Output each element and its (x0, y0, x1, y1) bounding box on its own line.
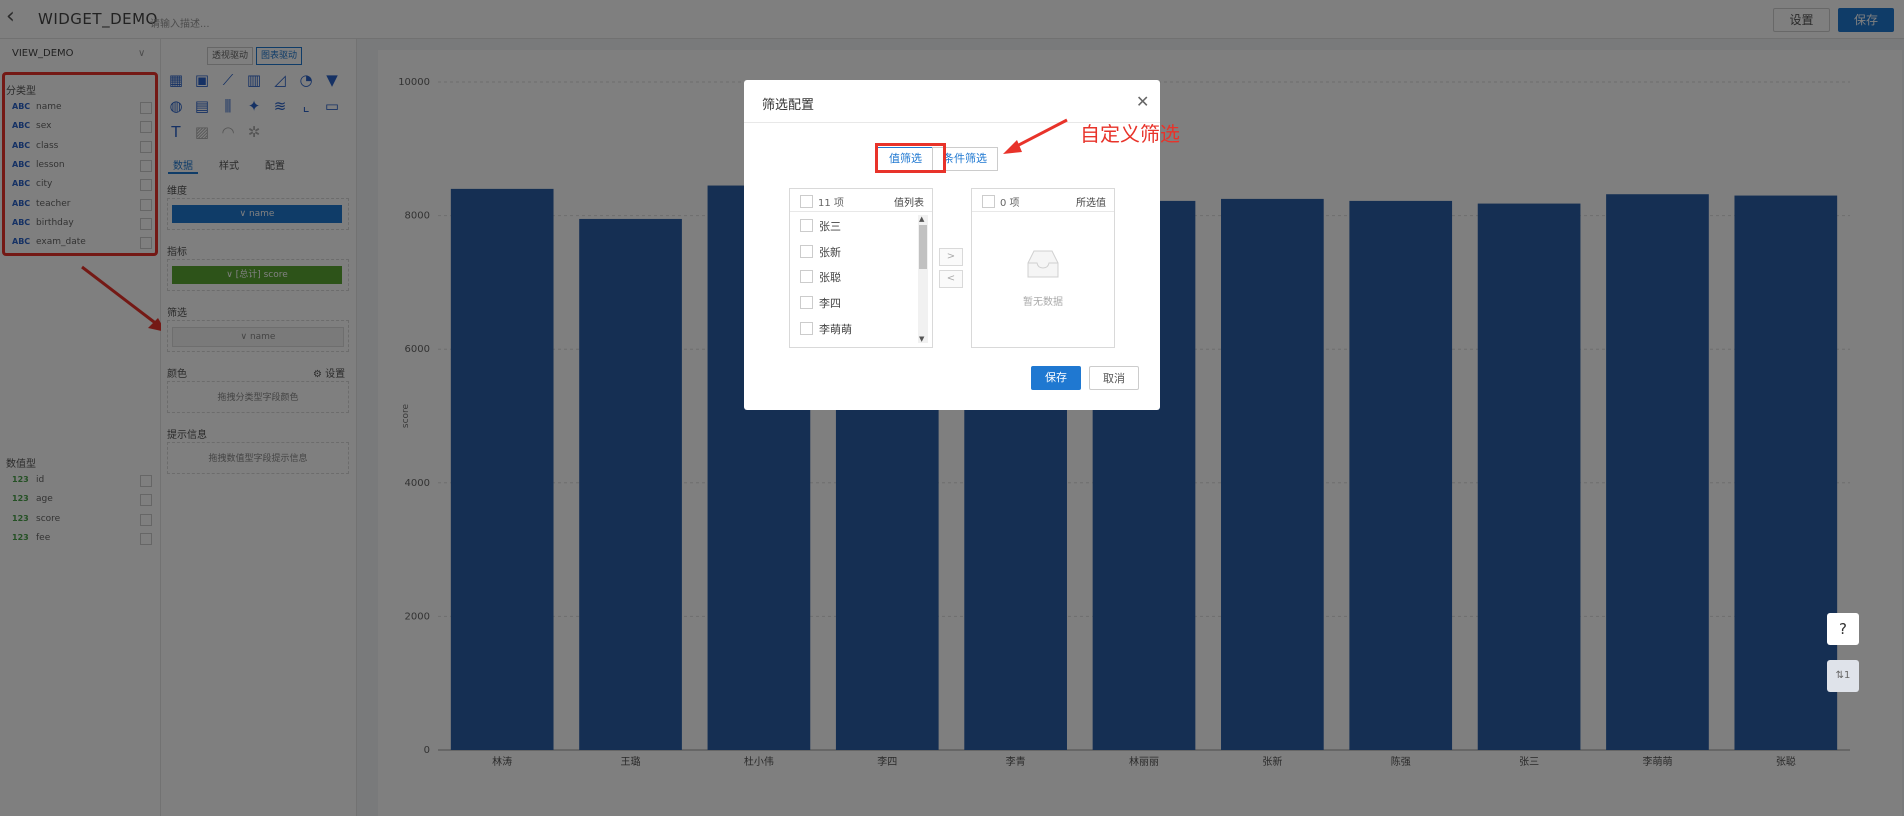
list-scrollbar[interactable]: ▲ ▼ (918, 215, 928, 343)
dialog-cancel-button[interactable]: 取消 (1089, 366, 1139, 390)
value-list-count: 11 项 (818, 198, 844, 209)
selected-values-panel: 0 项 所选值 暂无数据 (971, 188, 1115, 348)
move-left-button[interactable]: < (939, 270, 963, 288)
selected-list-header: 0 项 所选值 (972, 189, 1114, 212)
scroll-down-icon[interactable]: ▼ (919, 335, 924, 343)
list-item[interactable]: 张新 (800, 241, 910, 261)
value-list-header: 11 项 值列表 (790, 189, 932, 212)
dialog-title: 筛选配置 (762, 98, 815, 113)
selected-list-title: 所选值 (1076, 198, 1106, 209)
item-label: 张新 (819, 246, 841, 259)
item-checkbox[interactable] (800, 245, 813, 258)
close-icon[interactable]: ✕ (1136, 92, 1149, 111)
value-list-title: 值列表 (894, 198, 924, 209)
item-label: 李萌萌 (819, 323, 852, 336)
select-all-selected-checkbox[interactable] (982, 195, 995, 208)
sort-button[interactable]: ⇅1 (1827, 660, 1859, 692)
move-right-button[interactable]: > (939, 248, 963, 266)
condition-filter-tab-label: 条件筛选 (943, 152, 987, 165)
item-label: 张三 (819, 220, 841, 233)
list-item[interactable]: 张聪 (800, 266, 910, 286)
selected-count: 0 项 (1000, 198, 1020, 209)
empty-text: 暂无数据 (1023, 297, 1063, 308)
value-filter-highlight-box (875, 143, 946, 173)
value-list-panel: 11 项 值列表 张三 张新 张聪 李四 李萌萌 ▲ ▼ (789, 188, 933, 348)
item-checkbox[interactable] (800, 219, 813, 232)
scroll-up-icon[interactable]: ▲ (919, 215, 924, 223)
list-item[interactable]: 李萌萌 (800, 318, 910, 338)
item-label: 李四 (819, 297, 841, 310)
item-checkbox[interactable] (800, 322, 813, 335)
annotation-arrow-right (1003, 118, 1068, 154)
scroll-thumb[interactable] (919, 225, 927, 269)
annotation-label: 自定义筛选 (1080, 122, 1180, 146)
item-checkbox[interactable] (800, 296, 813, 309)
select-all-checkbox[interactable] (800, 195, 813, 208)
item-checkbox[interactable] (800, 270, 813, 283)
list-item[interactable]: 李四 (800, 292, 910, 312)
empty-inbox-icon (1027, 250, 1059, 278)
dialog-save-button[interactable]: 保存 (1031, 366, 1081, 390)
item-label: 张聪 (819, 271, 841, 284)
help-button[interactable]: ? (1827, 613, 1859, 645)
list-item[interactable]: 张三 (800, 215, 910, 235)
